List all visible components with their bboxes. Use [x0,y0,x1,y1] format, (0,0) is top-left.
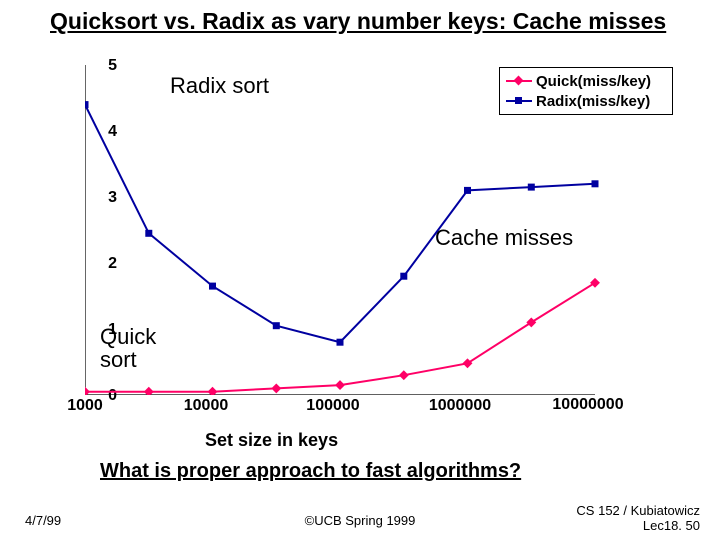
subquestion: What is proper approach to fast algorith… [100,460,521,483]
footer-course-line2: Lec18. 50 [643,518,700,533]
legend-swatch-quick [506,74,532,88]
annotation-radix: Radix sort [170,73,269,99]
chart: 5 4 3 2 1 0 1000 10000 100000 1000000 10… [45,55,675,425]
legend-swatch-radix [506,94,532,108]
slide-title: Quicksort vs. Radix as vary number keys:… [50,8,710,35]
x-tick-3: 1000000 [415,397,505,415]
footer-course-line1: CS 152 / Kubiatowicz [576,503,700,518]
legend-row-radix: Radix(miss/key) [506,91,666,111]
x-tick-0: 1000 [40,397,130,415]
x-tick-1: 10000 [161,397,251,415]
legend-label-quick: Quick(miss/key) [536,73,651,90]
legend: Quick(miss/key) Radix(miss/key) [499,67,673,115]
legend-row-quick: Quick(miss/key) [506,71,666,91]
x-axis-label: Set size in keys [205,430,338,451]
x-tick-2: 100000 [288,397,378,415]
annotation-cache: Cache misses [435,225,573,251]
footer-course: CS 152 / Kubiatowicz Lec18. 50 [576,503,700,534]
legend-label-radix: Radix(miss/key) [536,93,650,110]
annotation-quick: Quick sort [100,325,156,371]
x-tick-4: 10000000 [543,397,633,412]
